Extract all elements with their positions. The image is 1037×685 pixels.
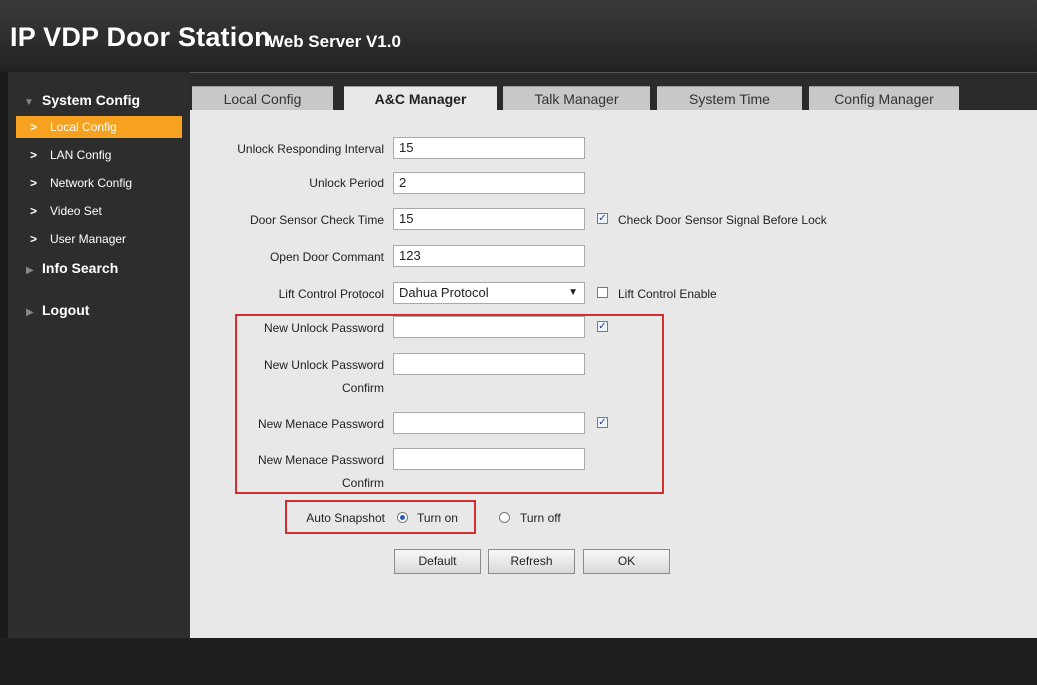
triangle-down-icon: ▼: [24, 97, 34, 108]
sidebar-group-system-config[interactable]: System Config: [42, 92, 140, 108]
triangle-right-icon: ▶: [26, 265, 34, 276]
checkbox-checked-icon[interactable]: ✓: [597, 321, 608, 332]
sidebar-item-user-manager[interactable]: > User Manager: [16, 228, 182, 250]
new-unlock-label: New Unlock Password: [263, 321, 384, 335]
auto-snapshot-label: Auto Snapshot: [306, 511, 385, 525]
new-unlock-confirm-label-2: Confirm: [341, 381, 384, 395]
unlock-period-label: Unlock Period: [309, 176, 384, 190]
tab-system-time[interactable]: System Time: [657, 86, 802, 111]
turn-off-label: Turn off: [520, 511, 561, 525]
open-door-label: Open Door Commant: [269, 250, 384, 264]
lift-protocol-value: Dahua Protocol: [399, 285, 489, 300]
sidebar-item-label: Video Set: [50, 204, 102, 218]
door-sensor-label: Door Sensor Check Time: [249, 213, 384, 227]
checkbox-checked-icon[interactable]: ✓: [597, 417, 608, 428]
app-subtitle: Web Server V1.0: [268, 32, 401, 51]
sidebar-item-video-set[interactable]: > Video Set: [16, 200, 182, 222]
sidebar-group-info-search[interactable]: Info Search: [42, 260, 118, 276]
lift-protocol-select[interactable]: Dahua Protocol ▼: [393, 282, 585, 304]
footer-bar: [0, 638, 1037, 685]
unlock-interval-label: Unlock Responding Interval: [237, 142, 384, 156]
new-menace-input[interactable]: [393, 412, 585, 434]
new-menace-confirm-input[interactable]: [393, 448, 585, 470]
tab-local-config[interactable]: Local Config: [192, 86, 333, 111]
checkbox-checked-icon[interactable]: ✓: [597, 213, 608, 224]
sidebar-item-lan-config[interactable]: > LAN Config: [16, 144, 182, 166]
app-title: IP VDP Door Station: [10, 22, 271, 52]
turn-on-label: Turn on: [417, 511, 458, 525]
radio-turn-off[interactable]: [499, 512, 510, 523]
dropdown-arrow-icon: ▼: [568, 287, 578, 298]
chevron-right-icon: >: [30, 120, 38, 134]
app-window: IP VDP Door Station Web Server V1.0 ▼ Sy…: [0, 0, 1037, 685]
sidebar: ▼ System Config > Local Config > LAN Con…: [8, 72, 190, 685]
sidebar-logout[interactable]: Logout: [42, 302, 89, 318]
unlock-interval-input[interactable]: 15: [393, 137, 585, 159]
unlock-period-input[interactable]: 2: [393, 172, 585, 194]
left-edge: [0, 72, 8, 685]
chevron-right-icon: >: [30, 204, 38, 218]
chevron-right-icon: >: [30, 176, 38, 190]
tab-ac-manager[interactable]: A&C Manager: [344, 86, 497, 111]
door-sensor-input[interactable]: 15: [393, 208, 585, 230]
sidebar-item-label: LAN Config: [50, 148, 112, 162]
sidebar-item-label: User Manager: [50, 232, 127, 246]
new-unlock-confirm-input[interactable]: [393, 353, 585, 375]
tab-talk-manager[interactable]: Talk Manager: [503, 86, 650, 111]
sidebar-item-label: Network Config: [50, 176, 133, 190]
chevron-right-icon: >: [30, 148, 38, 162]
lift-protocol-label: Lift Control Protocol: [278, 287, 384, 301]
triangle-right-icon: ▶: [26, 307, 34, 318]
tab-config-manager[interactable]: Config Manager: [809, 86, 959, 111]
new-menace-confirm-label: New Menace Password: [257, 453, 384, 467]
lift-enable-checkbox[interactable]: [597, 287, 608, 298]
new-unlock-confirm-label: New Unlock Password: [263, 358, 384, 372]
refresh-button[interactable]: Refresh: [488, 549, 575, 574]
new-menace-label: New Menace Password: [257, 417, 384, 431]
chevron-right-icon: >: [30, 232, 38, 246]
sidebar-item-local-config[interactable]: > Local Config: [16, 116, 182, 138]
sidebar-item-network-config[interactable]: > Network Config: [16, 172, 182, 194]
ok-button[interactable]: OK: [583, 549, 670, 574]
default-button[interactable]: Default: [394, 549, 481, 574]
open-door-input[interactable]: 123: [393, 245, 585, 267]
header-bar: IP VDP Door Station Web Server V1.0: [0, 0, 1037, 73]
door-sensor-check-label: Check Door Sensor Signal Before Lock: [618, 213, 827, 227]
radio-turn-on[interactable]: [397, 512, 408, 523]
new-menace-confirm-label-2: Confirm: [341, 476, 384, 490]
sidebar-item-label: Local Config: [50, 120, 117, 134]
lift-enable-label: Lift Control Enable: [618, 287, 717, 301]
new-unlock-input[interactable]: [393, 316, 585, 338]
